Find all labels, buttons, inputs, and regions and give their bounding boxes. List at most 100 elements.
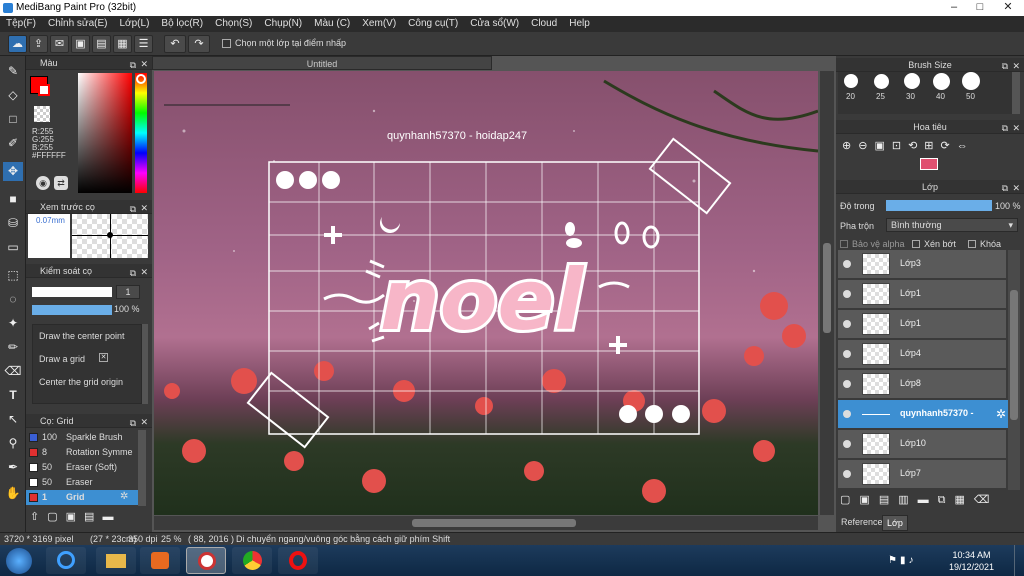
zoom-out-icon[interactable]: ⊖ bbox=[858, 140, 874, 152]
layer-row[interactable]: Lớp4 bbox=[838, 340, 1006, 369]
brush-item[interactable]: 50 Eraser (Soft) bbox=[26, 460, 138, 475]
lock-checkbox[interactable] bbox=[968, 240, 976, 248]
undo-icon[interactable]: ↶ bbox=[164, 35, 186, 53]
dropper-icon[interactable]: ✒ bbox=[3, 458, 23, 477]
maximize-button[interactable]: □ bbox=[966, 0, 994, 16]
alpha-checkbox[interactable] bbox=[840, 240, 848, 248]
save-icon[interactable]: ▣ bbox=[71, 35, 90, 53]
list-icon[interactable]: ☰ bbox=[134, 35, 153, 53]
folder-icon[interactable]: ▬ bbox=[918, 494, 938, 506]
close-icon[interactable]: ✕ bbox=[140, 415, 148, 429]
hue-handle[interactable] bbox=[136, 74, 146, 84]
add-layer-icon[interactable]: ▣ bbox=[859, 494, 878, 506]
gear-icon[interactable]: ✲ bbox=[996, 407, 1006, 421]
eye-icon[interactable] bbox=[843, 380, 851, 388]
tab-layer[interactable]: Lớp bbox=[882, 515, 908, 531]
new-layer-icon[interactable]: ▢ bbox=[840, 494, 859, 506]
menu-view[interactable]: Xem(V) bbox=[356, 16, 402, 32]
rotate-left-icon[interactable]: ⟲ bbox=[908, 140, 924, 152]
hand-tool-icon[interactable]: ✋ bbox=[3, 484, 23, 503]
eye-icon[interactable] bbox=[843, 350, 851, 358]
layer-row[interactable]: Lớp10 bbox=[838, 430, 1006, 459]
media-player-icon[interactable] bbox=[140, 547, 180, 574]
layer-row[interactable]: Lớp3 bbox=[838, 250, 1006, 279]
opera-icon[interactable] bbox=[278, 547, 318, 574]
close-icon[interactable]: ✕ bbox=[1012, 181, 1020, 195]
brush-width-slider[interactable] bbox=[32, 287, 112, 297]
duplicate-icon[interactable]: ▦ bbox=[954, 494, 973, 506]
layer-opacity-slider[interactable] bbox=[886, 200, 992, 211]
minimize-button[interactable]: – bbox=[940, 0, 968, 16]
grid-icon[interactable]: ▦ bbox=[113, 35, 132, 53]
eye-icon[interactable] bbox=[843, 320, 851, 328]
rotate-right-icon[interactable]: ⟳ bbox=[941, 140, 957, 152]
close-button[interactable]: ✕ bbox=[994, 0, 1022, 16]
brush-item-selected[interactable]: 1 Grid ✲ bbox=[26, 490, 138, 505]
menu-select[interactable]: Chọn(S) bbox=[209, 16, 258, 32]
eye-icon[interactable] bbox=[843, 440, 851, 448]
menu-capture[interactable]: Chụp(N) bbox=[258, 16, 308, 32]
brush-item[interactable]: 8 Rotation Symme bbox=[26, 445, 138, 460]
rect-tool-icon[interactable]: □ bbox=[3, 110, 23, 129]
fit-icon[interactable]: ▣ bbox=[874, 140, 891, 152]
text-tool-icon[interactable]: T bbox=[3, 386, 23, 405]
actual-size-icon[interactable]: ⊡ bbox=[892, 140, 908, 152]
popout-icon[interactable]: ⧉ bbox=[1002, 121, 1008, 135]
start-button[interactable] bbox=[6, 548, 32, 574]
reset-icon[interactable]: ⊞ bbox=[924, 140, 940, 152]
fill-rect-tool-icon[interactable]: ■ bbox=[3, 190, 23, 209]
trash-icon[interactable]: ⌫ bbox=[974, 494, 999, 506]
layer-scrollbar[interactable] bbox=[1008, 250, 1020, 490]
navigator-thumbnail[interactable] bbox=[920, 158, 938, 170]
share-icon[interactable]: ⇪ bbox=[29, 35, 48, 53]
clock[interactable]: 10:34 AM 19/12/2021 bbox=[949, 549, 994, 573]
swap-color-icon[interactable]: ⇄ bbox=[54, 176, 68, 190]
layer-row[interactable]: Lớp1 bbox=[838, 280, 1006, 309]
transparent-swatch[interactable] bbox=[34, 106, 50, 122]
eye-icon[interactable] bbox=[843, 260, 851, 268]
redo-icon[interactable]: ↷ bbox=[188, 35, 210, 53]
size-30[interactable]: 30 bbox=[906, 92, 915, 101]
popout-icon[interactable]: ⧉ bbox=[130, 58, 136, 72]
brush-size-scrollbar[interactable] bbox=[1012, 72, 1020, 114]
gradient-tool-icon[interactable]: ▭ bbox=[3, 238, 23, 257]
move-tool-icon[interactable]: ✥ bbox=[3, 162, 23, 181]
cloud-icon[interactable]: ☁ bbox=[8, 35, 27, 53]
close-icon[interactable]: ✕ bbox=[1012, 121, 1020, 135]
select-rect-icon[interactable]: ⬚ bbox=[3, 266, 23, 285]
layer-row-selected[interactable]: quynhanh57370 - ✲ bbox=[838, 400, 1008, 429]
add-brush-icon[interactable]: ⇧ bbox=[30, 511, 47, 523]
select-pen-icon[interactable]: ✏ bbox=[3, 338, 23, 357]
document-tab[interactable]: Untitled bbox=[152, 56, 492, 70]
show-desktop-button[interactable] bbox=[1014, 545, 1024, 576]
option-center-grid[interactable]: Center the grid origin bbox=[39, 377, 123, 387]
vertical-scrollbar[interactable] bbox=[820, 71, 834, 515]
new-brush-icon[interactable]: ▢ bbox=[47, 511, 65, 523]
horizontal-scrollbar[interactable] bbox=[154, 516, 818, 530]
layer-type-icon[interactable]: ▥ bbox=[898, 494, 917, 506]
flip-icon[interactable]: ⇔ bbox=[957, 140, 975, 152]
popout-icon[interactable]: ⧉ bbox=[1002, 181, 1008, 195]
popout-icon[interactable]: ⧉ bbox=[130, 266, 136, 280]
settings-brush-icon[interactable]: ▤ bbox=[84, 511, 102, 523]
tab-reference[interactable]: Reference bbox=[838, 515, 886, 531]
eye-icon[interactable] bbox=[843, 470, 851, 478]
menu-edit[interactable]: Chỉnh sửa(E) bbox=[42, 16, 114, 32]
folder-icon[interactable]: ▬ bbox=[102, 511, 121, 523]
size-40[interactable]: 40 bbox=[936, 92, 945, 101]
medibang-taskbar-icon[interactable] bbox=[186, 547, 226, 574]
gear-icon[interactable]: ✲ bbox=[120, 491, 128, 502]
option-draw-center[interactable]: Draw the center point bbox=[39, 331, 139, 341]
eye-icon[interactable] bbox=[843, 410, 851, 418]
menu-file[interactable]: Tệp(F) bbox=[0, 16, 42, 32]
size-20[interactable]: 20 bbox=[846, 92, 855, 101]
palette-icon[interactable]: ◉ bbox=[36, 176, 50, 190]
layer-row[interactable]: Lớp8 bbox=[838, 370, 1006, 399]
copy-layer-icon[interactable]: ▤ bbox=[879, 494, 898, 506]
volume-icon[interactable]: ♪ bbox=[908, 555, 916, 566]
close-icon[interactable]: ✕ bbox=[140, 201, 148, 215]
comment-icon[interactable]: ✉ bbox=[50, 35, 69, 53]
ie-icon[interactable] bbox=[46, 547, 86, 574]
zoom-in-icon[interactable]: ⊕ bbox=[842, 140, 858, 152]
secondary-color-swatch[interactable] bbox=[38, 84, 50, 96]
